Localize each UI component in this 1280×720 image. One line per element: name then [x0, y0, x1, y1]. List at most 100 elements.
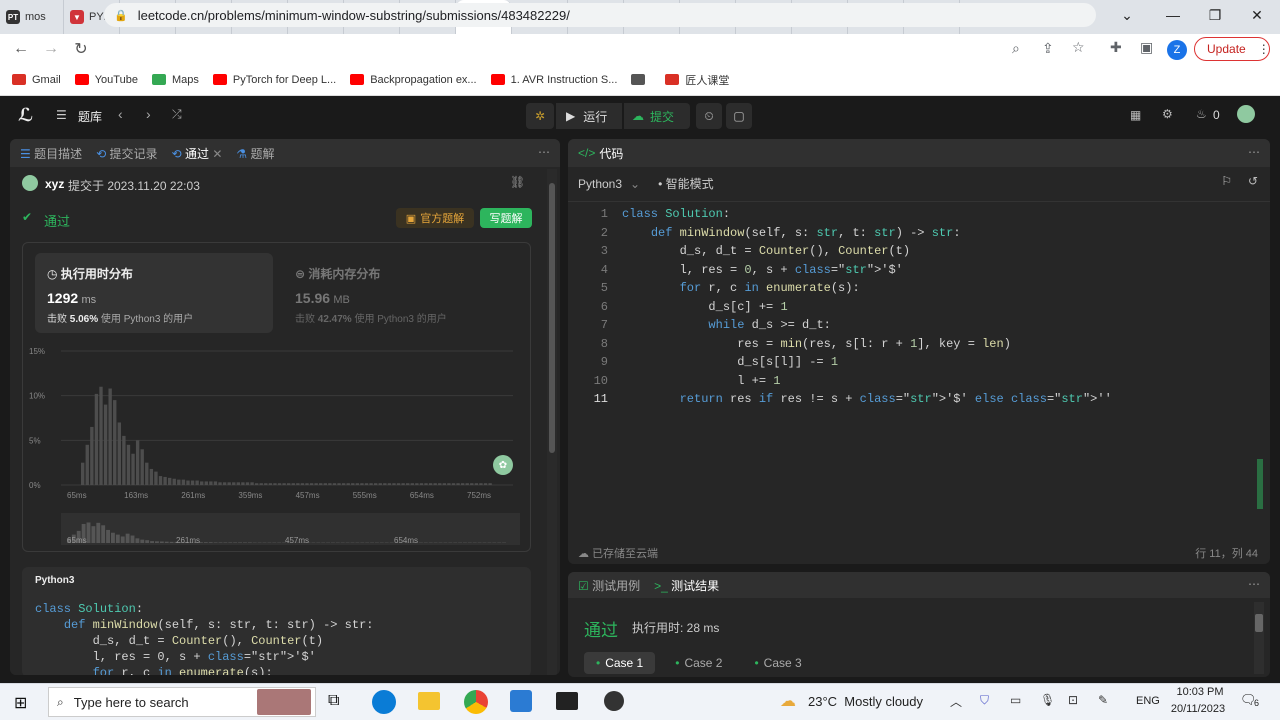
- code-line[interactable]: for r, c in enumerate(s):: [622, 281, 860, 295]
- histogram-bar[interactable]: [341, 483, 346, 485]
- left-tab-0[interactable]: ☰ 题目描述: [20, 145, 82, 162]
- bookmark-item[interactable]: 1. AVR Instruction S...: [490, 74, 617, 86]
- histogram-bar[interactable]: [451, 483, 456, 485]
- leetcode-logo-icon[interactable]: ℒ: [18, 105, 33, 126]
- histogram-bar[interactable]: [438, 483, 442, 485]
- histogram-bar[interactable]: [126, 444, 131, 485]
- histogram-bar[interactable]: [190, 480, 195, 485]
- histogram-bar[interactable]: [94, 393, 99, 485]
- histogram-bar[interactable]: [200, 481, 204, 485]
- user-avatar[interactable]: [1237, 105, 1255, 123]
- url-input[interactable]: 🔒 leetcode.cn/problems/minimum-window-su…: [104, 3, 1096, 27]
- histogram-bar[interactable]: [254, 483, 259, 485]
- problem-list-link[interactable]: 题库: [78, 108, 102, 125]
- histogram-bar[interactable]: [396, 483, 401, 485]
- bookmark-item[interactable]: Backpropagation ex...: [350, 74, 477, 86]
- histogram-bar[interactable]: [135, 440, 140, 485]
- histogram-bar[interactable]: [378, 483, 382, 485]
- histogram-bar[interactable]: [465, 483, 469, 485]
- clock-date[interactable]: 20/11/2023: [1166, 703, 1230, 715]
- submit-button[interactable]: ☁ 提交: [624, 103, 690, 129]
- edge-icon[interactable]: [372, 690, 396, 714]
- histogram-bar[interactable]: [337, 483, 341, 485]
- histogram-bar[interactable]: [488, 483, 492, 485]
- histogram-bar[interactable]: [186, 480, 190, 485]
- bookmark-item[interactable]: Maps: [151, 74, 199, 86]
- tab-search-icon[interactable]: ⌄: [1104, 0, 1150, 30]
- histogram-bar[interactable]: [218, 482, 222, 485]
- more-icon[interactable]: ⋯: [538, 145, 550, 159]
- histogram-bar[interactable]: [213, 481, 218, 485]
- histogram-bar[interactable]: [433, 483, 437, 485]
- code-line[interactable]: l += 1: [622, 374, 780, 388]
- histogram-bar[interactable]: [195, 480, 199, 485]
- left-scrollbar[interactable]: [547, 169, 557, 675]
- histogram-bar[interactable]: [460, 483, 465, 485]
- code-line[interactable]: d_s[s[l]] -= 1: [622, 355, 838, 369]
- test-scrollbar[interactable]: [1254, 602, 1264, 674]
- histogram-bar[interactable]: [323, 483, 327, 485]
- histogram-bar[interactable]: [410, 483, 414, 485]
- histogram-bar[interactable]: [419, 483, 424, 485]
- code-tab[interactable]: 代码: [599, 145, 623, 162]
- histogram-bar[interactable]: [222, 482, 227, 485]
- histogram-bar[interactable]: [355, 483, 360, 485]
- histogram-bar[interactable]: [209, 481, 213, 485]
- histogram-bar[interactable]: [483, 483, 488, 485]
- histogram-bar[interactable]: [149, 468, 154, 485]
- histogram-bar[interactable]: [406, 483, 410, 485]
- your-submission-marker-icon[interactable]: ✿: [493, 455, 513, 475]
- histogram-bar[interactable]: [314, 483, 318, 485]
- histogram-bar[interactable]: [245, 482, 250, 485]
- histogram-bar[interactable]: [268, 483, 273, 485]
- minimize-button[interactable]: —: [1150, 0, 1196, 30]
- histogram-bar[interactable]: [287, 483, 291, 485]
- sidepanel-icon[interactable]: ▣: [1140, 39, 1153, 56]
- histogram-bar[interactable]: [442, 483, 447, 485]
- language-select[interactable]: Python3: [578, 177, 622, 191]
- back-icon[interactable]: ←: [6, 40, 36, 58]
- share-icon[interactable]: ⇪: [1042, 40, 1054, 57]
- histogram-bar[interactable]: [291, 483, 295, 485]
- update-button[interactable]: Update ⋮: [1194, 37, 1270, 61]
- histogram-bar[interactable]: [319, 483, 323, 485]
- note-icon[interactable]: ▢: [726, 103, 752, 129]
- bookmark-icon[interactable]: ⚐: [1221, 174, 1232, 188]
- code-line[interactable]: res = min(res, s[l: r + 1], key = len): [622, 337, 1011, 351]
- obs-icon[interactable]: [604, 691, 624, 711]
- prev-problem-icon[interactable]: ‹: [118, 106, 123, 122]
- chrome-icon[interactable]: [464, 690, 488, 714]
- bookmark-item[interactable]: Gmail: [12, 74, 61, 86]
- reload-icon[interactable]: ↻: [66, 39, 96, 59]
- histogram-bar[interactable]: [140, 449, 144, 485]
- histogram-bar[interactable]: [81, 462, 85, 485]
- histogram-bar[interactable]: [470, 483, 474, 485]
- histogram-bar[interactable]: [351, 483, 355, 485]
- histogram-bar[interactable]: [415, 483, 419, 485]
- clock-time[interactable]: 10:03 PM: [1170, 686, 1230, 698]
- timer-icon[interactable]: ⏲: [696, 103, 722, 129]
- histogram-bar[interactable]: [428, 483, 433, 485]
- weather-text[interactable]: 23°C Mostly cloudy: [808, 694, 923, 709]
- editor-scrollbar[interactable]: [1257, 459, 1263, 509]
- histogram-bar[interactable]: [177, 479, 181, 485]
- histogram-bar[interactable]: [172, 478, 176, 485]
- code-line[interactable]: while d_s >= d_t:: [622, 318, 830, 332]
- test-more-icon[interactable]: ⋯: [1248, 577, 1260, 591]
- histogram-bar[interactable]: [474, 483, 479, 485]
- histogram-bar[interactable]: [328, 483, 332, 485]
- histogram-bar[interactable]: [131, 453, 135, 485]
- mic-icon[interactable]: 🎙: [1040, 693, 1055, 707]
- histogram-bar[interactable]: [360, 483, 364, 485]
- histogram-bar[interactable]: [122, 435, 126, 485]
- layout-icon[interactable]: ▦: [1130, 108, 1141, 122]
- histogram-bar[interactable]: [145, 462, 149, 485]
- histogram-bar[interactable]: [85, 444, 89, 485]
- close-tab-icon[interactable]: ✕: [212, 147, 222, 161]
- settings-icon[interactable]: ⚙: [1162, 107, 1173, 121]
- left-tab-1[interactable]: ⟲ 提交记录: [96, 145, 157, 162]
- code-line[interactable]: def minWindow(self, s: str, t: str) -> s…: [622, 226, 961, 240]
- histogram-bar[interactable]: [296, 483, 300, 485]
- histogram-bar[interactable]: [300, 483, 305, 485]
- histogram-bar[interactable]: [364, 483, 369, 485]
